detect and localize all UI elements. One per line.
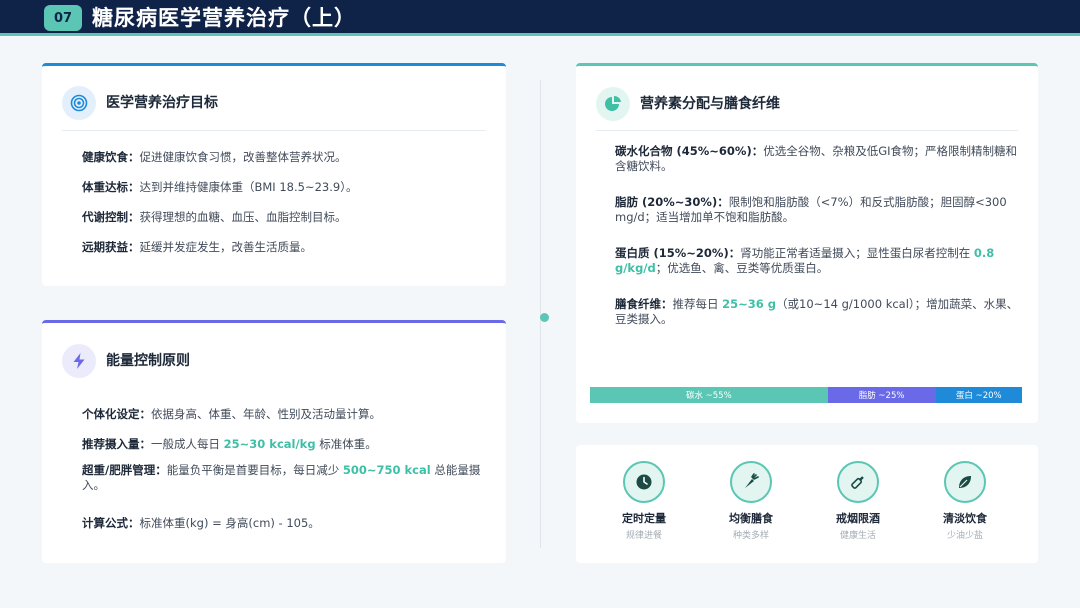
carrot-icon <box>730 461 772 503</box>
tip-sub: 规律进餐 <box>625 531 662 541</box>
tip-item: 定时定量 规律进餐 <box>600 461 688 542</box>
tip-label: 戒烟限酒 <box>836 512 880 525</box>
energy-item: 计算公式：标准体重(kg) = 身高(cm) - 105。 <box>82 516 320 530</box>
tip-label: 清淡饮食 <box>943 512 987 525</box>
energy-item: 个体化设定：依据身高、体重、年龄、性别及活动量计算。 <box>82 407 381 421</box>
target-icon <box>62 86 96 120</box>
nutrient-ratio-bar: 碳水 ~55% 脂肪 ~25% 蛋白 ~20% <box>590 387 1022 403</box>
header-bar: 07 糖尿病医学营养治疗（上） <box>0 0 1080 36</box>
lightning-bolt-icon <box>62 344 96 378</box>
bottle-icon <box>837 461 879 503</box>
tip-sub: 健康生活 <box>839 531 876 541</box>
nutrient-item: 膳食纤维：推荐每日 25~36 g（或10~14 g/1000 kcal）；增加… <box>615 297 1019 326</box>
nutrients-title: 营养素分配与膳食纤维 <box>640 96 780 112</box>
divider <box>62 130 486 131</box>
nutrient-item: 脂肪 (20%~30%)：限制饱和脂肪酸（<7%）和反式脂肪酸；胆固醇<300 … <box>615 195 1007 224</box>
energy-item: 超重/肥胖管理：能量负平衡是首要目标，每日减少 500~750 kcal 总能量… <box>82 463 481 492</box>
ratio-segment: 脂肪 ~25% <box>827 387 936 403</box>
tips-card: 定时定量 规律进餐 均衡膳食 种类多样 戒烟限酒 健康生活 清淡饮食 少油少盐 <box>576 445 1038 563</box>
energy-title: 能量控制原则 <box>106 353 190 369</box>
goal-item: 代谢控制：获得理想的血糖、血压、血脂控制目标。 <box>82 210 347 224</box>
goals-card: 医学营养治疗目标 健康饮食：促进健康饮食习惯，改善整体营养状况。 体重达标：达到… <box>42 63 506 286</box>
goal-item: 健康饮食：促进健康饮食习惯，改善整体营养状况。 <box>82 150 347 164</box>
goal-item: 体重达标：达到并维持健康体重（BMI 18.5~23.9）。 <box>82 180 358 194</box>
tip-sub: 少油少盐 <box>946 531 983 541</box>
clock-icon <box>623 461 665 503</box>
page-title: 糖尿病医学营养治疗（上） <box>92 6 356 30</box>
leaf-icon <box>944 461 986 503</box>
energy-item: 推荐摄入量：一般成人每日 25~30 kcal/kg 标准体重。 <box>82 437 377 451</box>
tip-item: 戒烟限酒 健康生活 <box>814 461 902 542</box>
energy-card: 能量控制原则 个体化设定：依据身高、体重、年龄、性别及活动量计算。 推荐摄入量：… <box>42 320 506 563</box>
tip-label: 定时定量 <box>622 512 666 525</box>
pie-chart-icon <box>596 87 630 121</box>
nutrient-item: 蛋白质 (15%~20%)：肾功能正常者适量摄入；显性蛋白尿者控制在 0.8 g… <box>615 246 995 275</box>
timeline-dot <box>540 313 549 322</box>
goal-item: 远期获益：延缓并发症发生，改善生活质量。 <box>82 240 312 254</box>
tip-label: 均衡膳食 <box>729 512 773 525</box>
ratio-segment: 碳水 ~55% <box>590 387 828 403</box>
tip-sub: 种类多样 <box>732 531 769 541</box>
nutrients-card: 营养素分配与膳食纤维 碳水化合物 (45%~60%)：优选全谷物、杂粮及低GI食… <box>576 63 1038 423</box>
section-number-badge: 07 <box>44 5 82 31</box>
goals-title: 医学营养治疗目标 <box>106 95 218 111</box>
tip-item: 均衡膳食 种类多样 <box>707 461 795 542</box>
ratio-segment: 蛋白 ~20% <box>935 387 1022 403</box>
divider <box>596 130 1018 131</box>
tip-item: 清淡饮食 少油少盐 <box>921 461 1009 542</box>
nutrient-item: 碳水化合物 (45%~60%)：优选全谷物、杂粮及低GI食物；严格限制精制糖和含… <box>615 144 1018 173</box>
